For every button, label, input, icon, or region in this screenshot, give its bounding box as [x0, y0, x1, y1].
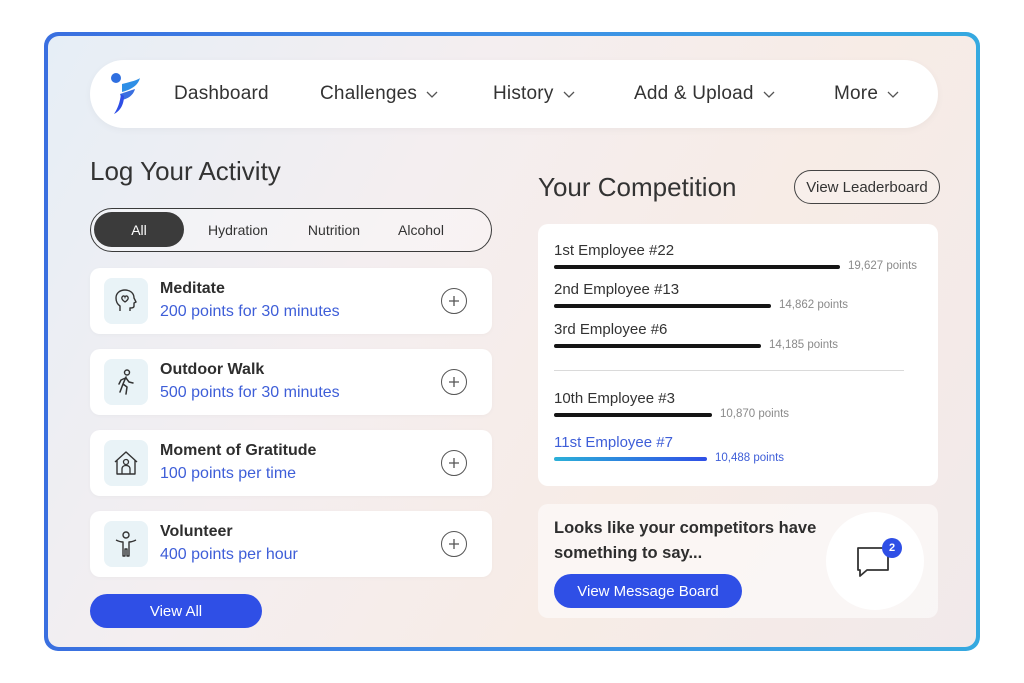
chevron-down-icon	[763, 91, 775, 98]
competition-title: Your Competition	[538, 172, 737, 202]
plus-icon	[449, 458, 459, 468]
activity-name: Volunteer	[160, 523, 233, 540]
house-person-icon	[114, 451, 138, 475]
message-prompt-text: Looks like your competitors have somethi…	[554, 519, 817, 562]
competitor-points-bar	[554, 344, 761, 348]
nav-challenges[interactable]: Challenges	[320, 60, 439, 128]
activity-name: Moment of Gratitude	[160, 442, 317, 459]
add-activity-button[interactable]	[441, 288, 467, 314]
filter-alcohol[interactable]: Alcohol	[381, 212, 461, 247]
activity-icon-box	[104, 521, 148, 567]
nav-add-upload-label: Add & Upload	[634, 83, 754, 104]
message-board-card: Looks like your competitors have somethi…	[538, 504, 938, 618]
competitor-points-bar	[554, 304, 771, 308]
nav-dashboard[interactable]: Dashboard	[174, 60, 269, 128]
plus-icon	[449, 539, 459, 549]
view-message-board-button[interactable]: View Message Board	[554, 574, 742, 608]
competition-card: 1st Employee #22 19,627 points 2nd Emplo…	[538, 224, 938, 486]
divider	[554, 370, 904, 371]
filter-all[interactable]: All	[94, 212, 184, 247]
activity-name: Outdoor Walk	[160, 361, 265, 378]
nav-challenges-label: Challenges	[320, 83, 418, 104]
person-arms-up-icon	[115, 531, 137, 557]
activity-icon-box	[104, 278, 148, 324]
competitor-points: 19,627 points	[848, 260, 918, 272]
activity-card-outdoor-walk[interactable]: Outdoor Walk 500 points for 30 minutes	[90, 349, 492, 415]
filter-hydration[interactable]: Hydration	[191, 212, 285, 247]
activity-points: 200 points for 30 minutes	[160, 303, 340, 320]
activity-card-volunteer[interactable]: Volunteer 400 points per hour	[90, 511, 492, 577]
competitor-points: 10,870 points	[720, 408, 790, 420]
add-activity-button[interactable]	[441, 450, 467, 476]
walking-person-icon	[118, 369, 134, 395]
activity-icon-box	[104, 359, 148, 405]
activity-card-meditate[interactable]: Meditate 200 points for 30 minutes	[90, 268, 492, 334]
filter-nutrition[interactable]: Nutrition	[291, 212, 377, 247]
current-user-points-bar	[554, 457, 707, 461]
activity-icon-box	[104, 440, 148, 486]
plus-icon	[449, 296, 459, 306]
chat-button[interactable]: 2	[826, 512, 924, 610]
nav-more[interactable]: More	[834, 60, 900, 128]
view-all-button[interactable]: View All	[90, 594, 262, 628]
notification-badge: 2	[882, 538, 902, 558]
nav-history-label: History	[493, 83, 554, 104]
chevron-down-icon	[887, 91, 899, 98]
app-window: Dashboard Challenges History Add & Uploa…	[48, 36, 976, 647]
nav-add-upload[interactable]: Add & Upload	[634, 60, 776, 128]
chevron-down-icon	[426, 91, 438, 98]
view-leaderboard-button[interactable]: View Leaderboard	[794, 170, 940, 204]
competitor-name: 10th Employee #3	[554, 390, 675, 407]
activity-name: Meditate	[160, 280, 225, 297]
brand-logo-icon[interactable]	[108, 72, 142, 116]
activity-points: 500 points for 30 minutes	[160, 384, 340, 401]
competitor-name: 3rd Employee #6	[554, 321, 668, 338]
app-frame: Dashboard Challenges History Add & Uploa…	[44, 32, 980, 651]
add-activity-button[interactable]	[441, 531, 467, 557]
competitor-name: 1st Employee #22	[554, 242, 675, 259]
competitor-points: 14,862 points	[779, 299, 849, 311]
nav-more-label: More	[834, 83, 879, 104]
activity-filter-bar: All Hydration Nutrition Alcohol	[90, 208, 492, 252]
nav-history[interactable]: History	[493, 60, 576, 128]
competitor-name: 2nd Employee #13	[554, 281, 680, 298]
chevron-down-icon	[563, 91, 574, 98]
activity-points: 100 points per time	[160, 465, 297, 482]
top-navbar: Dashboard Challenges History Add & Uploa…	[90, 60, 938, 128]
nav-dashboard-label: Dashboard	[174, 83, 269, 104]
competitor-points: 14,185 points	[769, 339, 839, 351]
competitor-points-bar	[554, 413, 712, 417]
activity-points: 400 points per hour	[160, 546, 298, 563]
log-activity-title: Log Your Activity	[90, 156, 281, 186]
competitor-points-bar	[554, 265, 840, 269]
plus-icon	[449, 377, 459, 387]
head-heart-icon	[115, 289, 137, 311]
current-user-name: 11st Employee #7	[554, 434, 673, 451]
activity-card-moment-of-gratitude[interactable]: Moment of Gratitude 100 points per time	[90, 430, 492, 496]
current-user-points: 10,488 points	[715, 452, 785, 464]
add-activity-button[interactable]	[441, 369, 467, 395]
